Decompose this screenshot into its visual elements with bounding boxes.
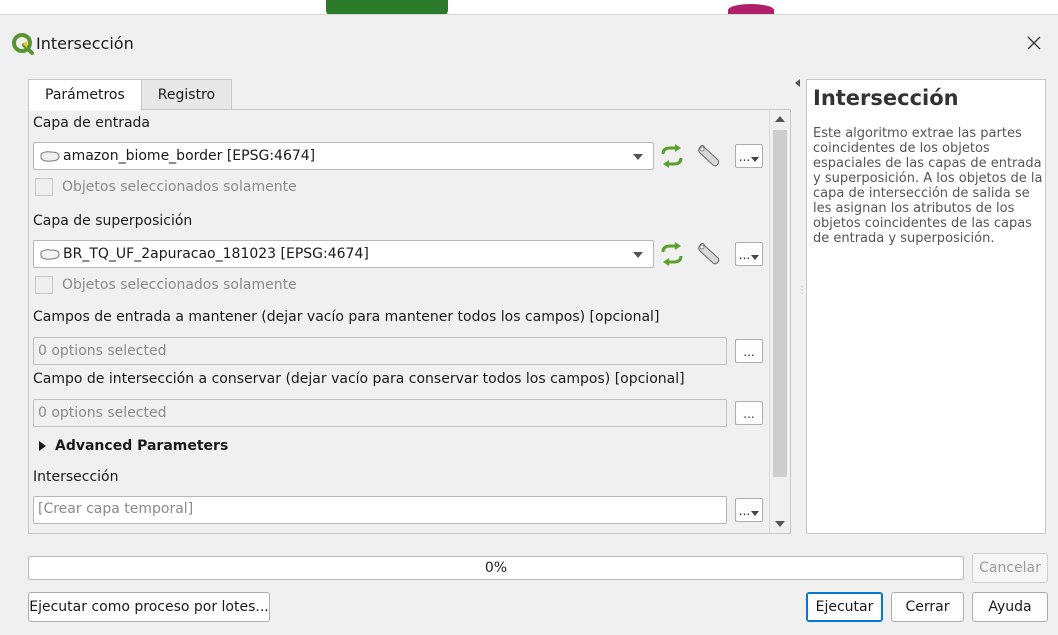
cancel-button[interactable]: Cancelar xyxy=(972,553,1048,583)
output-placeholder: [Crear capa temporal] xyxy=(38,501,194,517)
input-selected-only-row[interactable]: Objetos seleccionados solamente xyxy=(35,176,297,198)
tab-parametros[interactable]: Parámetros xyxy=(28,79,142,111)
scroll-down-arrow-icon[interactable] xyxy=(770,515,790,533)
overlay-selected-only-label: Objetos seleccionados solamente xyxy=(62,277,297,293)
expand-arrow-icon xyxy=(39,441,46,451)
output-label: Intersección xyxy=(33,469,119,485)
polygon-layer-icon xyxy=(40,151,60,162)
input-fields-value: 0 options selected xyxy=(38,343,167,359)
advanced-parameters-toggle[interactable]: Advanced Parameters xyxy=(39,438,228,454)
overlay-fields-label: Campo de intersección a conservar (dejar… xyxy=(33,371,685,387)
batch-process-button[interactable]: Ejecutar como proceso por lotes... xyxy=(28,592,270,622)
overlay-selected-only-checkbox[interactable] xyxy=(35,276,53,294)
input-layer-combo[interactable]: amazon_biome_border [EPSG:4674] xyxy=(33,142,654,170)
overlay-fields-select[interactable]: 0 options selected xyxy=(33,399,727,427)
overlay-layer-options-button[interactable]: ... xyxy=(735,242,763,266)
window-title: Intersección xyxy=(36,34,134,53)
close-button[interactable] xyxy=(1018,27,1050,59)
wrench-icon[interactable] xyxy=(695,142,723,168)
qgis-logo-icon xyxy=(12,33,34,55)
output-options-button[interactable]: ... xyxy=(735,498,763,522)
overlay-layer-combo[interactable]: BR_TQ_UF_2apuracao_181023 [EPSG:4674] xyxy=(33,240,654,268)
input-selected-only-checkbox[interactable] xyxy=(35,178,53,196)
iterate-icon[interactable] xyxy=(658,242,686,266)
overlay-layer-label: Capa de superposición xyxy=(33,213,193,229)
chevron-down-icon xyxy=(633,154,643,160)
parameters-scrollbar[interactable] xyxy=(769,110,790,533)
input-fields-button[interactable]: ... xyxy=(735,339,763,363)
wrench-icon[interactable] xyxy=(695,240,723,266)
input-selected-only-label: Objetos seleccionados solamente xyxy=(62,179,297,195)
iterate-icon[interactable] xyxy=(658,144,686,168)
help-title: Intersección xyxy=(813,86,959,110)
collapse-help-arrow-icon[interactable] xyxy=(795,79,800,87)
progress-bar: 0% xyxy=(28,556,964,580)
output-destination-field[interactable]: [Crear capa temporal] xyxy=(33,496,727,524)
tab-bar: Parámetros Registro xyxy=(28,79,233,111)
parameters-panel: Capa de entrada amazon_biome_border [EPS… xyxy=(28,109,791,534)
input-layer-value: amazon_biome_border [EPSG:4674] xyxy=(63,148,316,164)
input-fields-label: Campos de entrada a mantener (dejar vací… xyxy=(33,309,660,325)
tab-registro[interactable]: Registro xyxy=(140,79,233,110)
overlay-fields-value: 0 options selected xyxy=(38,405,167,421)
scroll-up-arrow-icon[interactable] xyxy=(770,110,790,128)
overlay-layer-value: BR_TQ_UF_2apuracao_181023 [EPSG:4674] xyxy=(63,246,369,262)
intersection-dialog: Intersección Parámetros Registro Capa de… xyxy=(0,14,1058,635)
overlay-selected-only-row[interactable]: Objetos seleccionados solamente xyxy=(35,274,297,296)
help-description: Este algoritmo extrae las partes coincid… xyxy=(813,126,1043,246)
close-icon xyxy=(1027,36,1041,50)
title-bar: Intersección xyxy=(0,15,1058,71)
chevron-down-icon xyxy=(633,252,643,258)
input-layer-options-button[interactable]: ... xyxy=(735,144,763,168)
polygon-layer-icon xyxy=(40,249,60,260)
splitter-handle[interactable]: ⋮ xyxy=(797,285,807,305)
input-fields-select[interactable]: 0 options selected xyxy=(33,337,727,365)
progress-text: 0% xyxy=(484,560,508,576)
overlay-fields-button[interactable]: ... xyxy=(735,401,763,425)
advanced-parameters-label: Advanced Parameters xyxy=(55,438,229,454)
input-layer-label: Capa de entrada xyxy=(33,115,150,131)
run-button[interactable]: Ejecutar xyxy=(806,592,883,622)
help-panel: Intersección Este algoritmo extrae las p… xyxy=(806,79,1046,534)
parameters-scroll-area: Capa de entrada amazon_biome_border [EPS… xyxy=(29,110,769,533)
help-button[interactable]: Ayuda xyxy=(972,592,1048,622)
scrollbar-thumb[interactable] xyxy=(773,130,787,477)
close-dialog-button[interactable]: Cerrar xyxy=(891,592,964,622)
